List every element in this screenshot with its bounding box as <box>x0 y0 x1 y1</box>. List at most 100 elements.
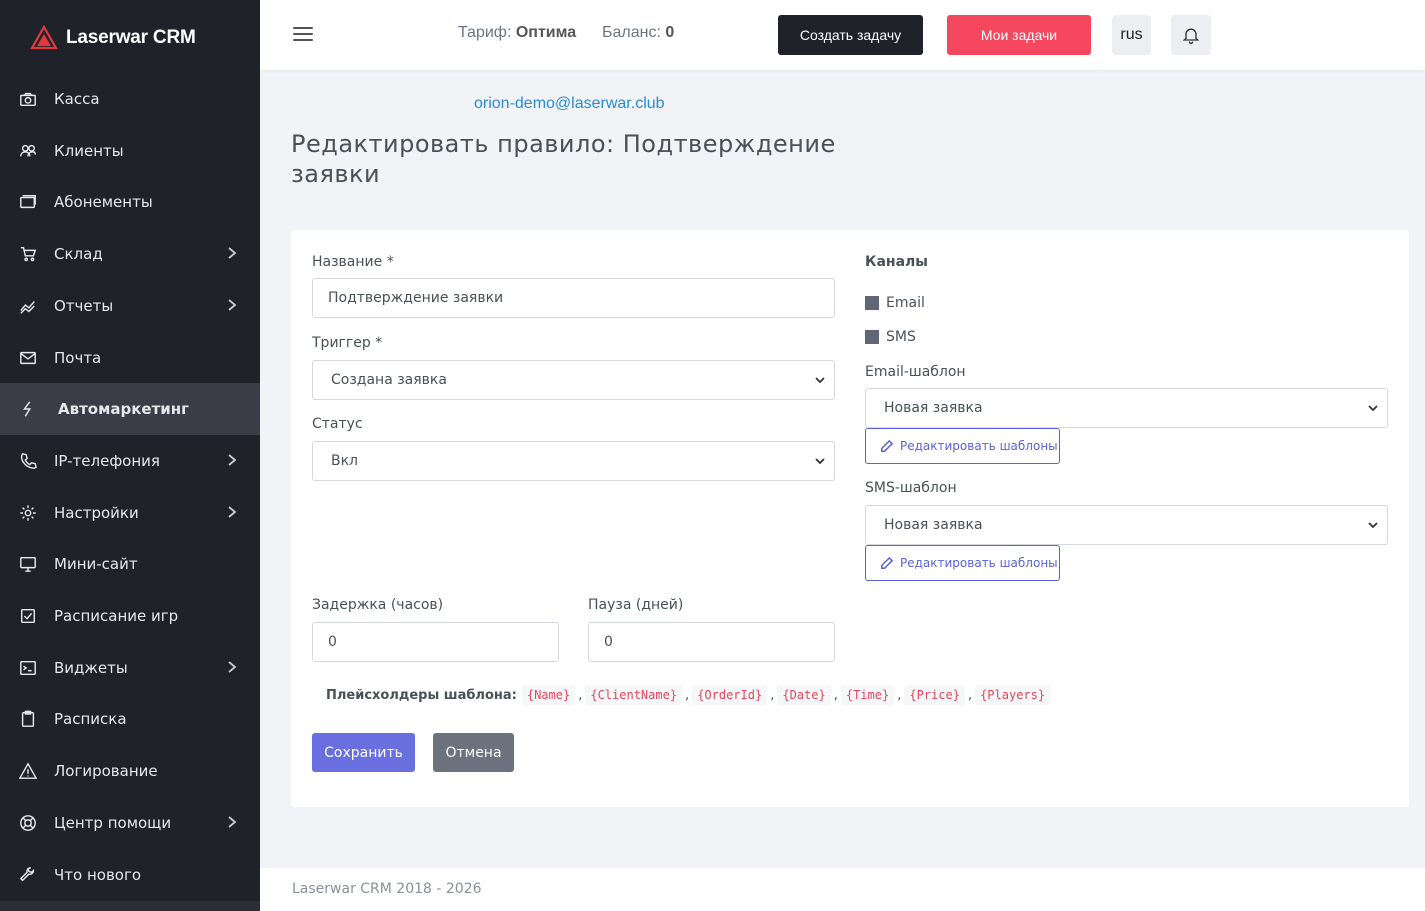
edit-templates-label: Редактировать шаблоны <box>900 556 1058 570</box>
status-label: Статус <box>312 416 363 432</box>
placeholder-separator: , <box>967 687 973 703</box>
gear-icon <box>18 503 38 523</box>
sidebar-item-6[interactable]: Почта <box>0 332 260 384</box>
footer: Laserwar CRM 2018 - 2026 <box>260 868 1425 911</box>
create-task-button[interactable]: Создать задачу <box>778 15 923 55</box>
sidebar-item-14[interactable]: Логирование <box>0 745 260 797</box>
sidebar-item-8[interactable]: IP-телефония <box>0 435 260 487</box>
edit-sms-templates-button[interactable]: Редактировать шаблоны <box>865 545 1060 581</box>
placeholders-label: Плейсхолдеры шаблона: <box>326 687 517 703</box>
checkbox-box[interactable] <box>865 330 879 344</box>
sidebar-item-16[interactable]: Что нового <box>0 849 260 901</box>
cards-icon <box>18 192 38 212</box>
hamburger-menu-icon[interactable] <box>293 27 313 43</box>
channel-sms-checkbox[interactable]: SMS <box>865 329 916 345</box>
sidebar-item-label: Настройки <box>54 503 139 522</box>
top-header: Тариф: Оптима Баланс: 0 Создать задачу М… <box>260 0 1425 70</box>
lightning-icon <box>18 399 38 419</box>
channel-email-label: Email <box>886 295 925 311</box>
chevron-right-icon <box>226 660 238 676</box>
channel-email-checkbox[interactable]: Email <box>865 295 925 311</box>
lifebuoy-icon <box>18 813 38 833</box>
sidebar-item-15[interactable]: Центр помощи <box>0 797 260 849</box>
sidebar-item-5[interactable]: Отчеты <box>0 280 260 332</box>
name-label: Название * <box>312 254 394 270</box>
placeholder-chip: {OrderId} <box>692 685 768 705</box>
sidebar-item-label: Что нового <box>54 865 142 884</box>
checkbox-box[interactable] <box>865 296 879 310</box>
sidebar: Laserwar CRM Касса Клиенты Абонементы Склад… <box>0 0 260 911</box>
placeholder-chip: {Date} <box>777 685 831 705</box>
sidebar-item-label: Логирование <box>54 762 158 781</box>
placeholder-chip: {Price} <box>904 685 965 705</box>
my-tasks-button[interactable]: Мои задачи <box>947 15 1091 55</box>
cancel-button[interactable]: Отмена <box>433 733 514 772</box>
notifications-button[interactable] <box>1171 15 1211 55</box>
sms-template-select[interactable]: Новая заявка <box>865 505 1388 545</box>
wrench-icon <box>18 865 38 885</box>
status-select[interactable]: Вкл <box>312 441 835 481</box>
name-input[interactable]: Подтверждение заявки <box>312 278 835 318</box>
sidebar-item-label: Касса <box>54 90 100 108</box>
sms-template-label: SMS-шаблон <box>865 480 957 496</box>
chevron-right-icon <box>226 246 238 262</box>
monitor-icon <box>18 554 38 574</box>
chart-icon <box>18 296 38 316</box>
status-selected-value: Вкл <box>331 453 359 469</box>
footer-copyright: Laserwar CRM 2018 - 2026 <box>292 881 482 897</box>
sidebar-item-13[interactable]: Расписка <box>0 693 260 745</box>
pencil-icon <box>881 439 894 452</box>
placeholder-chip: {Name} <box>521 685 576 705</box>
sidebar-item-label: IP-телефония <box>54 451 160 470</box>
brand-name: Laserwar CRM <box>66 27 196 48</box>
placeholder-separator: , <box>578 687 583 703</box>
sidebar-item-3[interactable]: Абонементы <box>0 176 260 228</box>
balance-info: Баланс: 0 <box>602 24 674 42</box>
delay-input[interactable]: 0 <box>312 622 559 662</box>
sidebar-item-label: Отчеты <box>54 296 114 315</box>
trigger-select[interactable]: Создана заявка <box>312 360 835 400</box>
placeholder-separator: , <box>833 687 838 703</box>
laserwar-logo-icon <box>30 24 58 50</box>
sidebar-item-11[interactable]: Расписание игр <box>0 590 260 642</box>
sidebar-item-10[interactable]: Мини-сайт <box>0 538 260 590</box>
tariff-value: Оптима <box>515 24 577 41</box>
balance-value: 0 <box>665 24 675 41</box>
clipboard-icon <box>18 709 38 729</box>
sidebar-item-label: Центр помощи <box>54 813 172 832</box>
sidebar-item-4[interactable]: Склад <box>0 228 260 280</box>
sidebar-item-12[interactable]: Виджеты <box>0 642 260 694</box>
save-button[interactable]: Сохранить <box>312 733 415 772</box>
cart-icon <box>18 244 38 264</box>
sidebar-item-1[interactable]: Касса <box>0 73 260 125</box>
chevron-down-icon <box>1367 519 1379 531</box>
chevron-down-icon <box>1367 402 1379 414</box>
placeholder-separator: , <box>770 687 775 703</box>
sidebar-item-7[interactable]: Автомаркетинг <box>0 383 260 436</box>
edit-email-templates-button[interactable]: Редактировать шаблоны <box>865 428 1060 464</box>
email-template-select[interactable]: Новая заявка <box>865 388 1388 428</box>
terminal-icon <box>18 658 38 678</box>
sidebar-scrollbar[interactable] <box>0 901 260 911</box>
tariff-label: Тариф: <box>458 24 512 41</box>
chevron-right-icon <box>226 298 238 314</box>
sidebar-item-label: Автомаркетинг <box>58 400 189 419</box>
bell-icon <box>1182 28 1200 44</box>
placeholder-chip: {Time} <box>840 685 895 705</box>
user-email-link[interactable]: orion-demo@laserwar.club <box>474 95 665 113</box>
brand[interactable]: Laserwar CRM <box>0 0 260 76</box>
sidebar-item-9[interactable]: Настройки <box>0 487 260 539</box>
sidebar-item-2[interactable]: Клиенты <box>0 125 260 177</box>
sidebar-item-label: Клиенты <box>54 141 124 160</box>
tariff-info: Тариф: Оптима <box>458 24 576 42</box>
pause-label: Пауза (дней) <box>588 597 684 613</box>
camera-icon <box>18 89 38 109</box>
trigger-selected-value: Создана заявка <box>331 372 447 388</box>
pause-input[interactable]: 0 <box>588 622 835 662</box>
sidebar-item-label: Абонементы <box>54 193 153 212</box>
calendar-check-icon <box>18 606 38 626</box>
sidebar-item-label: Склад <box>54 245 103 264</box>
placeholder-chip: {Players} <box>975 685 1051 705</box>
placeholder-separator: , <box>685 687 690 703</box>
language-switcher[interactable]: rus <box>1112 15 1151 55</box>
